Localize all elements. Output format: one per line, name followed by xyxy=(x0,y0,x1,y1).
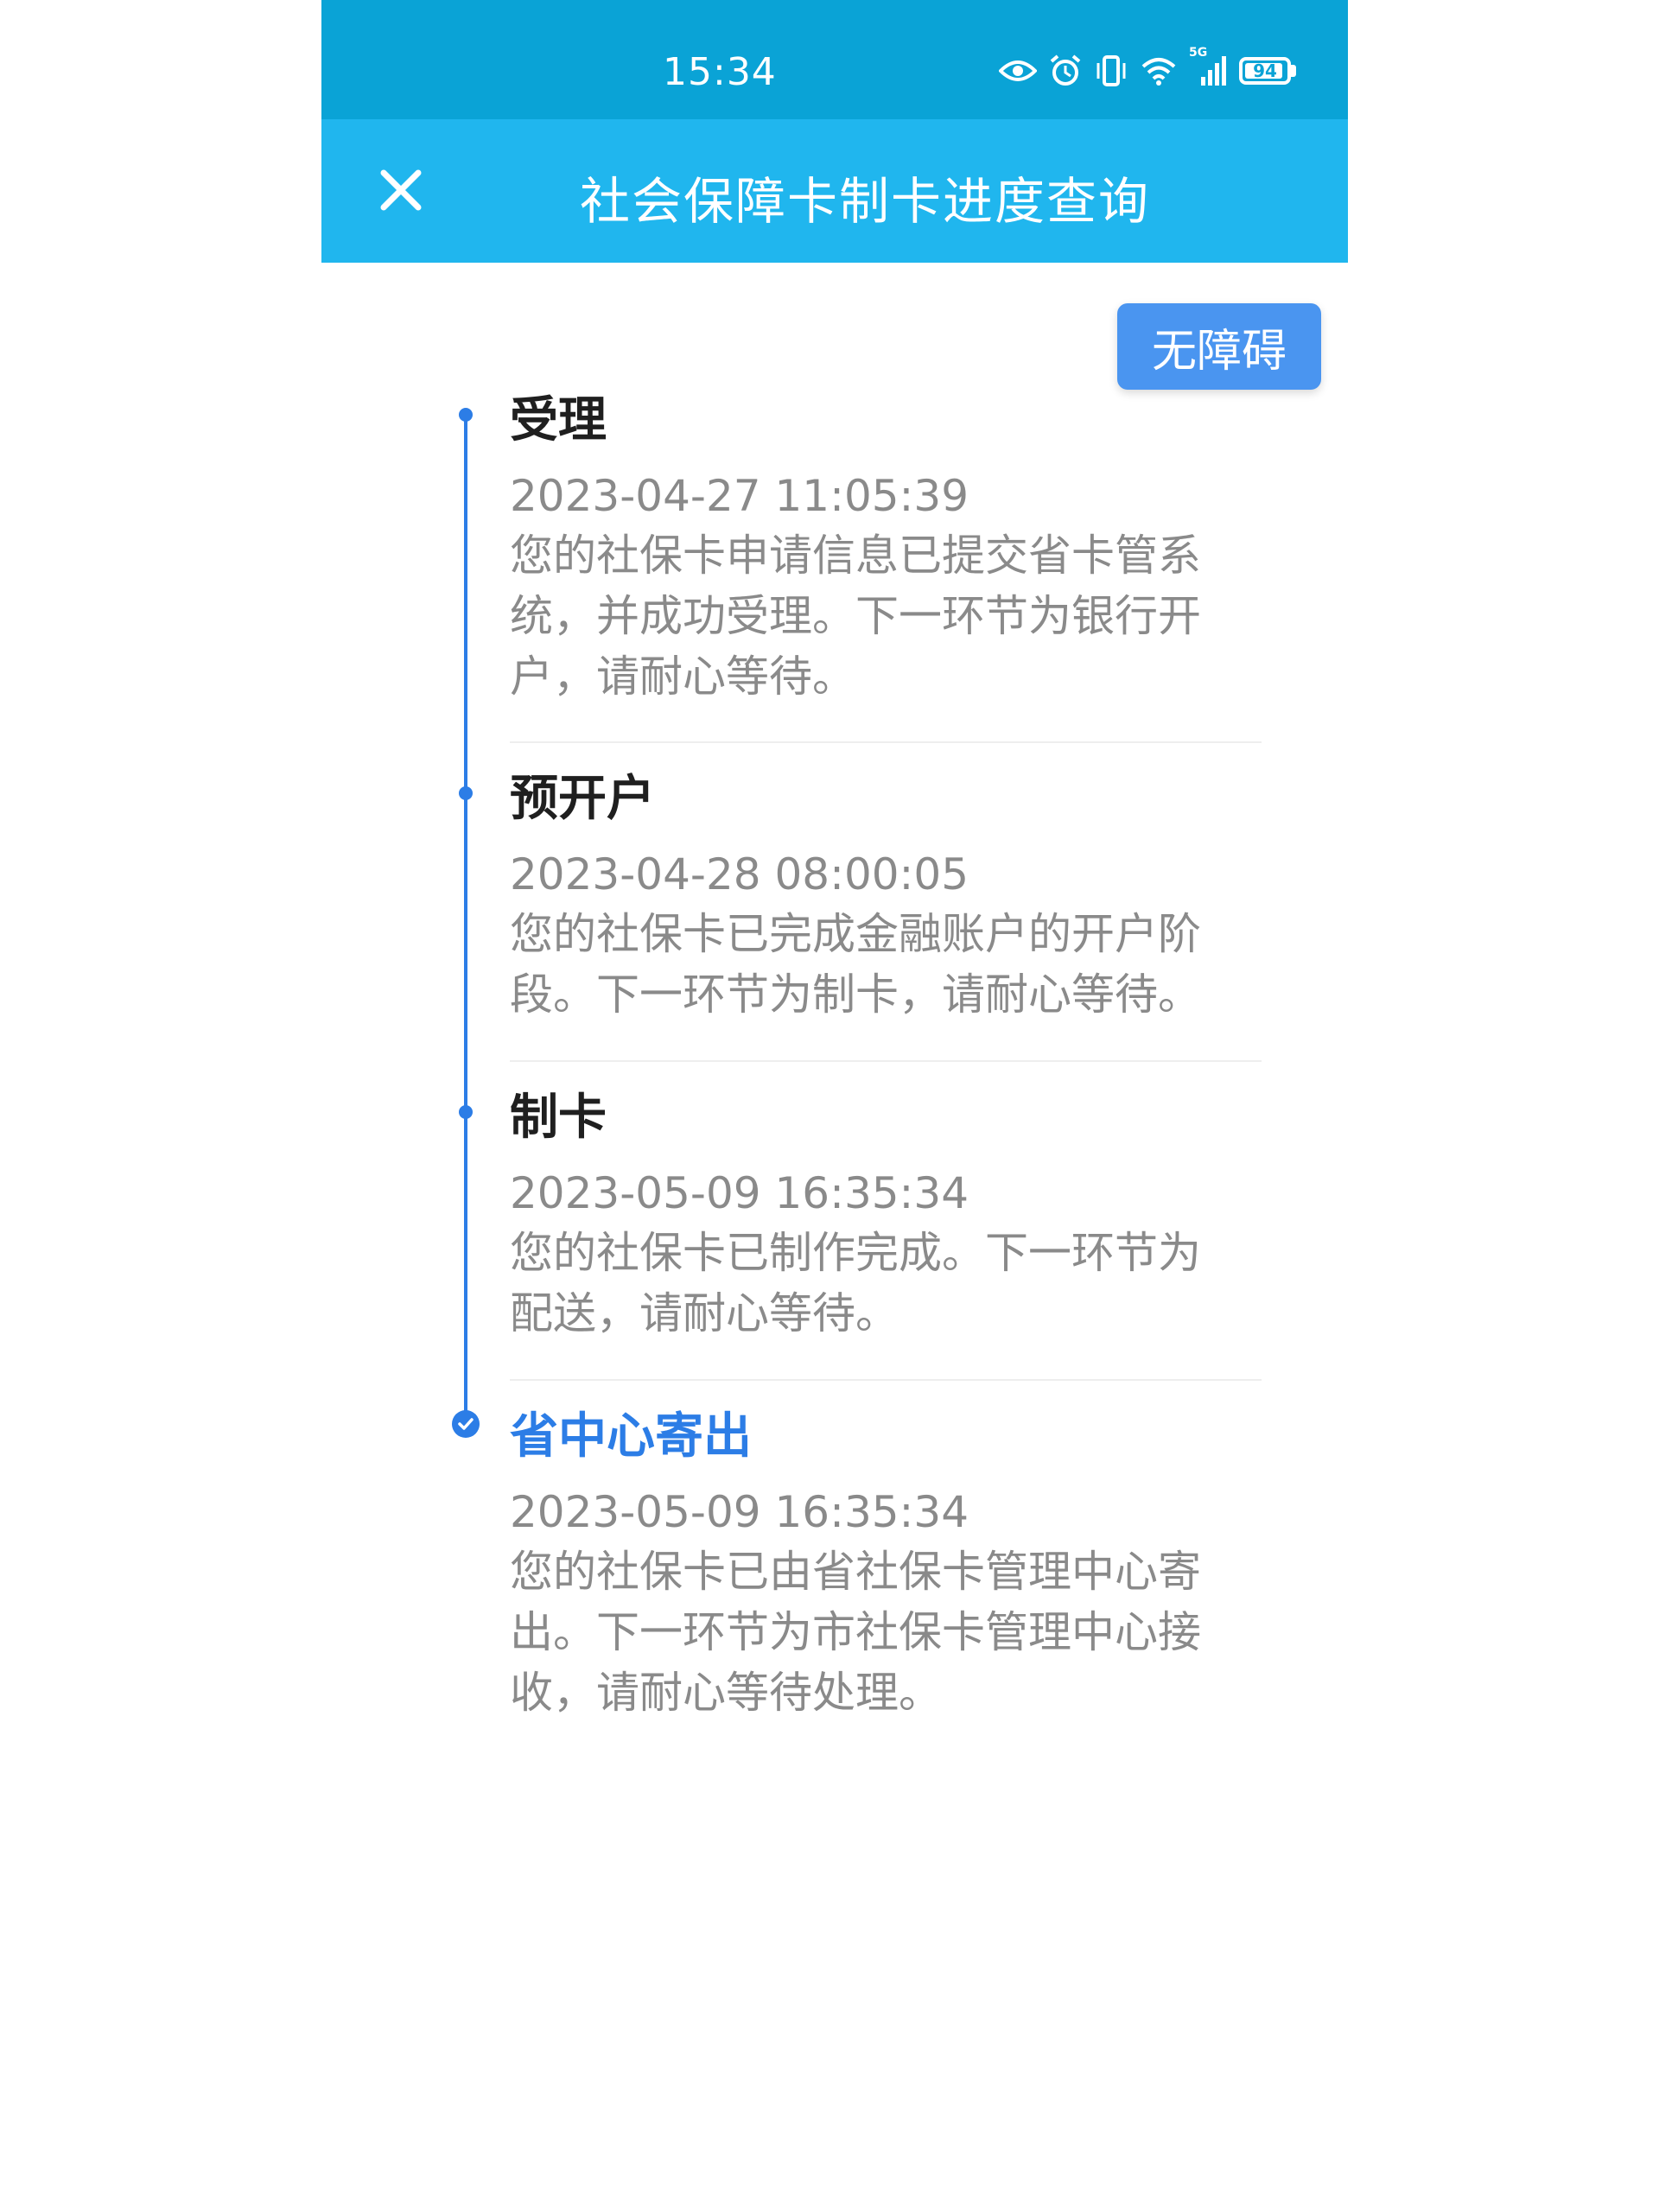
alarm-icon xyxy=(1049,54,1082,87)
step-title: 省中心寄出 xyxy=(510,1408,752,1465)
step-time: 2023-05-09 16:35:34 xyxy=(510,1487,969,1537)
timeline-step: 预开户 2023-04-28 08:00:05 您的社保卡已完成金融账户的开户阶… xyxy=(510,769,1262,1025)
step-description: 您的社保卡已制作完成。下一环节为 配送，请耐心等待。 xyxy=(510,1228,1201,1338)
status-bar: 15:34 5G 94 xyxy=(321,0,1348,119)
timeline-step: 制卡 2023-05-09 16:35:34 您的社保卡已制作完成。下一环节为 … xyxy=(510,1088,1262,1344)
step-time: 2023-04-28 08:00:05 xyxy=(510,849,969,899)
battery-tip xyxy=(1291,65,1296,77)
timeline-node xyxy=(459,786,473,800)
step-description: 您的社保卡已由省社保卡管理中心寄 出。下一环节为市社保卡管理中心接 收，请耐心等… xyxy=(510,1547,1201,1718)
timeline-step: 受理 2023-04-27 11:05:39 您的社保卡申请信息已提交省卡管系 … xyxy=(510,391,1262,707)
timeline-line xyxy=(464,413,467,1424)
check-icon xyxy=(452,1410,480,1438)
divider xyxy=(510,741,1262,743)
step-time: 2023-05-09 16:35:34 xyxy=(510,1168,969,1218)
step-description: 您的社保卡申请信息已提交省卡管系 统，并成功受理。下一环节为银行开 户，请耐心等… xyxy=(510,531,1201,702)
app-header: 社会保障卡制卡进度查询 xyxy=(321,119,1348,263)
step-time: 2023-04-27 11:05:39 xyxy=(510,471,969,521)
step-title: 受理 xyxy=(510,392,607,448)
status-time: 15:34 xyxy=(663,50,777,94)
step-title: 制卡 xyxy=(510,1090,607,1146)
vibrate-icon xyxy=(1094,54,1128,87)
battery-icon: 94 xyxy=(1239,57,1291,85)
divider xyxy=(510,1379,1262,1381)
battery-percent: 94 xyxy=(1253,60,1277,81)
status-icons: 5G 94 xyxy=(999,46,1296,90)
step-title: 预开户 xyxy=(510,771,655,827)
page-title: 社会保障卡制卡进度查询 xyxy=(579,172,1150,231)
timeline-node xyxy=(459,408,473,422)
eye-icon xyxy=(999,58,1037,84)
timeline-node xyxy=(459,1105,473,1119)
timeline-step-current: 省中心寄出 2023-05-09 16:35:34 您的社保卡已由省社保卡管理中… xyxy=(510,1407,1262,1723)
accessibility-button[interactable]: 无障碍 xyxy=(1117,303,1321,390)
signal-icon: 5G xyxy=(1189,46,1227,87)
wifi-icon xyxy=(1141,56,1177,86)
step-description: 您的社保卡已完成金融账户的开户阶 段。下一环节为制卡，请耐心等待。 xyxy=(510,909,1201,1020)
network-label: 5G xyxy=(1189,46,1208,60)
phone-screen: 15:34 5G 94 社会保障卡制卡进度查询 无障碍 受理 2023-04-2… xyxy=(321,0,1348,2212)
divider xyxy=(510,1060,1262,1062)
